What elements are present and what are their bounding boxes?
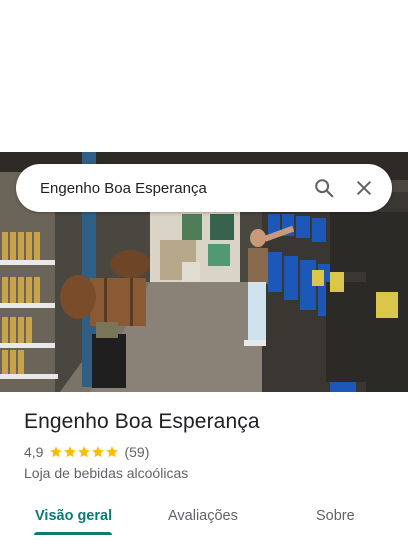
search-input[interactable]: Engenho Boa Esperança xyxy=(16,180,304,197)
star-icon xyxy=(92,446,105,458)
star-rating xyxy=(49,445,119,459)
tab-overview[interactable]: Visão geral xyxy=(35,498,112,534)
star-icon xyxy=(106,446,119,458)
tab-reviews[interactable]: Avaliações xyxy=(168,498,238,534)
rating-value: 4,9 xyxy=(24,444,44,460)
search-button[interactable] xyxy=(304,168,344,208)
tab-about[interactable]: Sobre xyxy=(316,498,355,534)
rating-row[interactable]: 4,9 (59) xyxy=(24,444,149,460)
place-tabs: Visão geral Avaliações Sobre xyxy=(0,498,408,538)
close-icon xyxy=(357,181,371,195)
active-tab-indicator xyxy=(34,532,112,535)
close-button[interactable] xyxy=(344,168,384,208)
reviews-count: (59) xyxy=(124,444,150,460)
star-icon xyxy=(50,446,63,458)
star-icon xyxy=(78,446,91,458)
search-bar[interactable]: Engenho Boa Esperança xyxy=(16,164,392,212)
search-icon xyxy=(315,179,334,198)
place-name: Engenho Boa Esperança xyxy=(24,410,260,433)
place-category: Loja de bebidas alcoólicas xyxy=(24,465,189,481)
star-icon xyxy=(64,446,77,458)
